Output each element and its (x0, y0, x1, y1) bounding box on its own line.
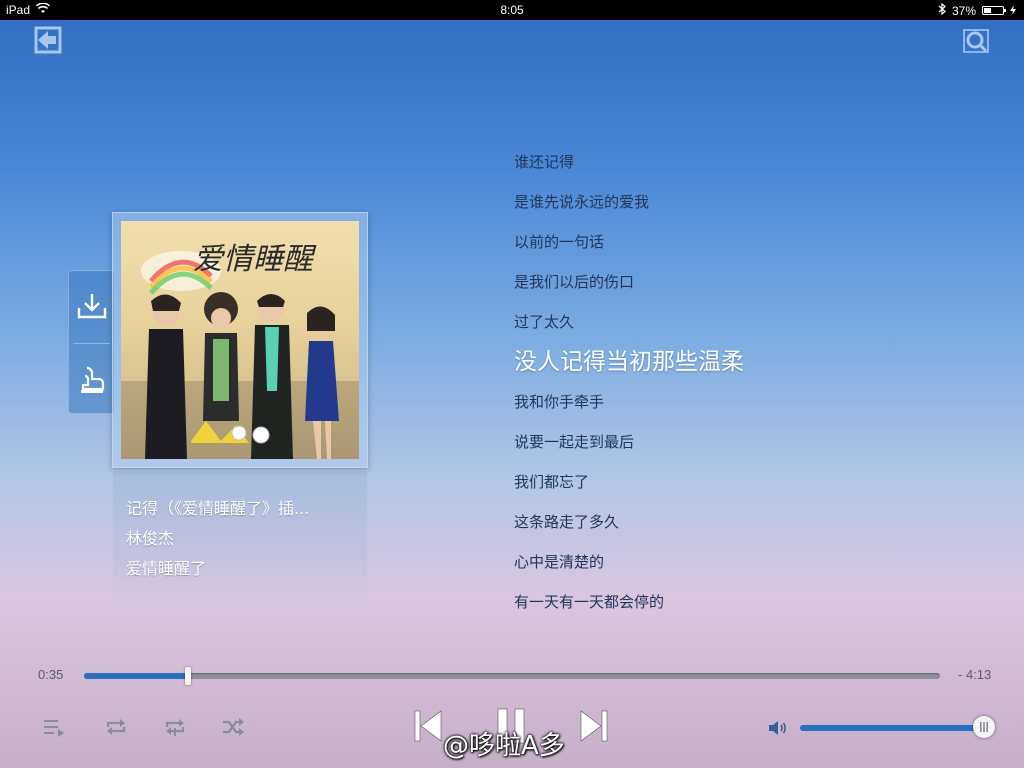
lyric-line: 说要一起走到最后 (514, 433, 635, 451)
volume-thumb[interactable] (973, 716, 996, 738)
next-button[interactable] (580, 708, 608, 744)
repeat-one-icon (165, 719, 185, 736)
lyric-line: 我们都忘了 (514, 473, 590, 491)
lyric-line: 以前的一句话 (514, 233, 605, 251)
repeat-button[interactable] (104, 716, 128, 738)
shuffle-button[interactable] (221, 716, 245, 738)
side-panel-divider (73, 343, 110, 344)
share-icon (81, 366, 105, 393)
volume-button[interactable] (767, 718, 789, 738)
lyric-line: 心中是清楚的 (514, 553, 605, 571)
charging-icon (1010, 4, 1016, 18)
time-elapsed: 0:35 (38, 667, 64, 682)
lyric-line: 过了太久 (514, 313, 575, 331)
lyric-line: 这条路走了多久 (514, 513, 620, 531)
playlist-button[interactable] (42, 716, 66, 738)
playlist-icon (44, 720, 64, 737)
lyric-line: 是我们以后的伤口 (514, 273, 635, 291)
lyric-line-current: 没人记得当初那些温柔 (514, 349, 744, 375)
progress-slider[interactable] (84, 667, 940, 685)
progress-thumb[interactable] (185, 667, 192, 685)
repeat-icon (106, 719, 126, 735)
back-arrow-icon (34, 26, 62, 54)
volume-fill (800, 725, 993, 731)
previous-button[interactable] (414, 708, 442, 744)
repeat-one-button[interactable] (162, 716, 188, 738)
lyric-line: 是谁先说永远的爱我 (514, 193, 650, 211)
battery-icon (982, 6, 1006, 15)
battery-percent: 37% (951, 3, 976, 18)
track-album: 爱情睡醒了 (126, 559, 207, 578)
speaker-icon (769, 721, 787, 735)
album-art: 爱情睡醒 (121, 221, 359, 459)
time-remaining: - 4:13 (958, 667, 992, 682)
search-icon (963, 29, 989, 53)
lyrics-panel: 谁还记得 是谁先说永远的爱我 以前的一句话 是我们以后的伤口 过了太久 没人记得… (514, 150, 994, 630)
shuffle-icon (223, 718, 244, 736)
share-button[interactable] (69, 345, 115, 415)
clock: 8:05 (500, 3, 524, 17)
status-bar: iPad 8:05 37% (0, 0, 1024, 20)
download-icon (77, 294, 107, 319)
volume-slider[interactable] (800, 716, 996, 738)
lyric-line: 谁还记得 (514, 153, 575, 171)
track-info: 记得（《爱情睡醒了》插... 林俊杰 爱情睡醒了 (126, 494, 356, 584)
track-artist: 林俊杰 (126, 529, 175, 548)
side-action-panel (68, 270, 114, 414)
bluetooth-icon (938, 2, 946, 18)
next-icon (580, 710, 608, 742)
download-button[interactable] (69, 271, 115, 341)
progress-fill (84, 673, 189, 679)
track-title: 记得（《爱情睡醒了》插... (126, 499, 310, 518)
back-button[interactable] (34, 26, 64, 54)
album-art-frame: 爱情睡醒 (112, 212, 368, 468)
lyric-line: 有一天有一天都会停的 (514, 593, 665, 611)
music-player-screen: iPad 8:05 37% 爱情睡醒 记得（《爱情睡醒了》插... 林俊杰 爱情… (0, 0, 1024, 768)
search-button[interactable] (960, 26, 992, 56)
watermark: @哆啦A多 (443, 731, 565, 761)
previous-icon (414, 710, 442, 742)
album-art-title: 爱情睡醒 (193, 242, 317, 277)
lyric-line: 我和你手牵手 (514, 393, 605, 411)
